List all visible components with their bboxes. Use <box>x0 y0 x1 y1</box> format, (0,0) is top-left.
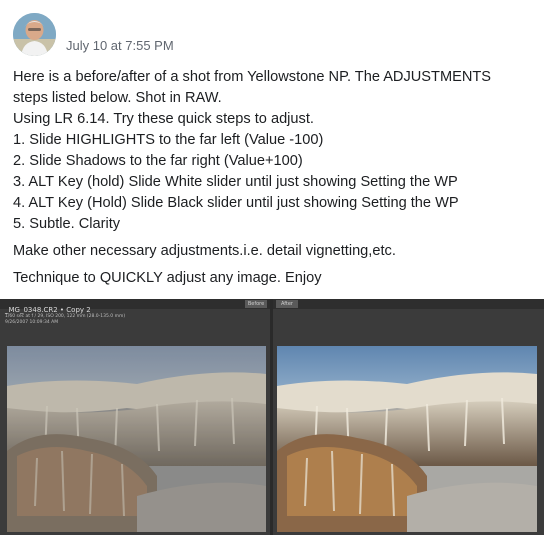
image-date: 9/26/2007 10:09:34 AM <box>5 320 59 325</box>
before-image <box>7 346 266 532</box>
post-line: Here is a before/after of a shot from Ye… <box>13 69 492 85</box>
post-line: steps listed below. Shot in RAW. <box>13 90 222 106</box>
post-line: 1. Slide HIGHLIGHTS to the far left (Val… <box>13 132 324 148</box>
post-paragraph: Make other necessary adjustments.i.e. de… <box>13 243 396 259</box>
post-timestamp[interactable]: July 10 at 7:55 PM <box>66 38 174 53</box>
post-line: 4. ALT Key (Hold) Slide Black slider unt… <box>13 195 459 211</box>
image-filename: _MG_0348.CR2 • Copy 2 <box>5 306 91 314</box>
after-tag: After <box>276 300 298 308</box>
post-line: Using LR 6.14. Try these quick steps to … <box>13 111 314 127</box>
image-metadata: _MG_0348.CR2 • Copy 2 1/60 sec at f / 29… <box>5 306 125 326</box>
post-line: 5. Subtle. Clarity <box>13 216 121 232</box>
after-image <box>277 346 537 532</box>
post-body: Here is a before/after of a shot from Ye… <box>13 67 538 289</box>
profile-avatar[interactable] <box>13 13 56 56</box>
before-tag: Before <box>245 300 267 308</box>
post-line: 2. Slide Shadows to the far right (Value… <box>13 153 303 169</box>
post-paragraph: Technique to QUICKLY adjust any image. E… <box>13 270 322 286</box>
compare-divider <box>270 299 273 535</box>
post-photo[interactable]: Before After _MG_0348.CR2 • Copy 2 1/60 … <box>0 299 544 535</box>
post-line: 3. ALT Key (hold) Slide White slider unt… <box>13 174 458 190</box>
